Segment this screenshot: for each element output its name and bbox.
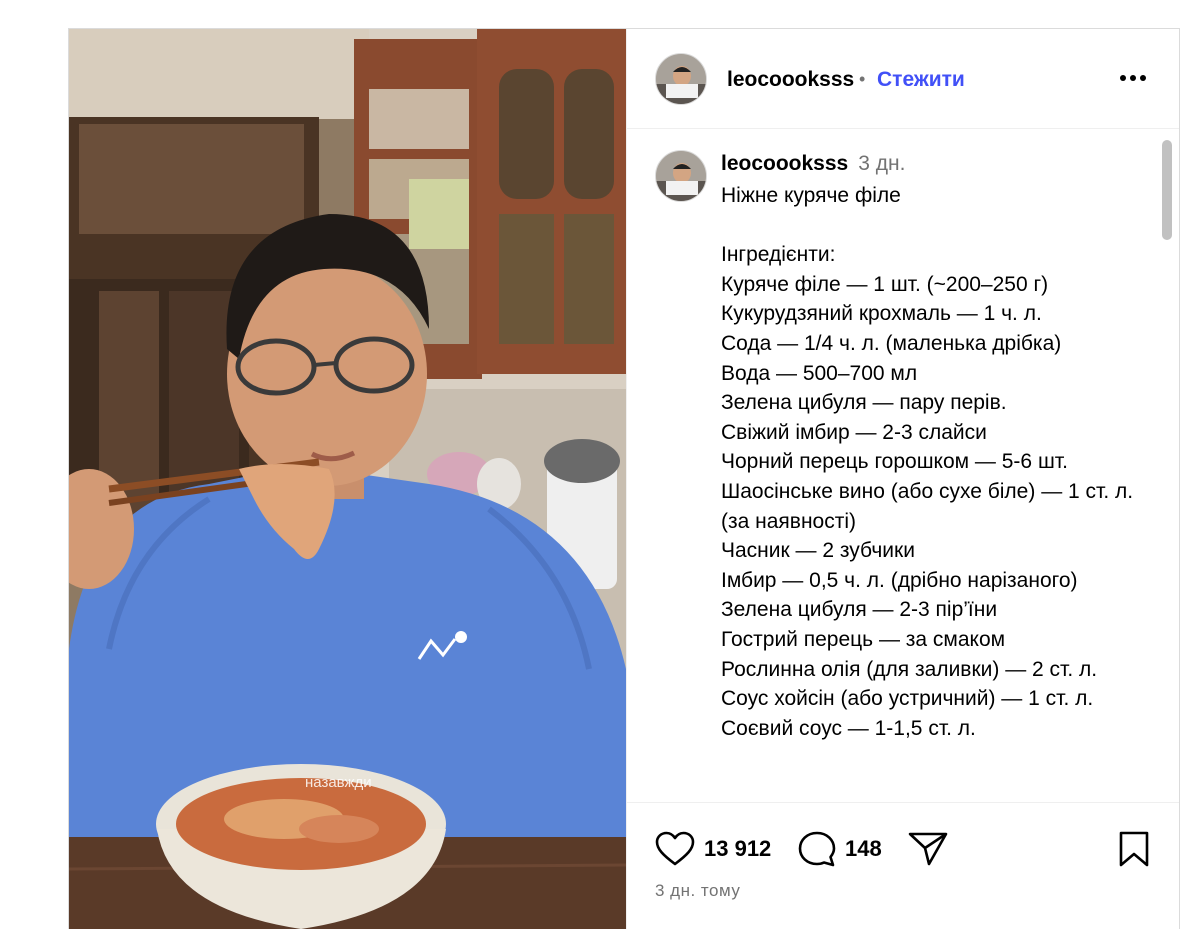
caption-avatar[interactable] (655, 150, 707, 202)
caption-header: leocoooksss 3 дн. (721, 152, 905, 176)
more-options-icon[interactable] (1113, 63, 1153, 93)
avatar-image (656, 54, 706, 104)
likes-count[interactable]: 13 912 (704, 836, 771, 862)
posted-time: 3 дн. тому (655, 881, 741, 900)
caption-username[interactable]: leocoooksss (721, 152, 848, 175)
caption-text: Ніжне куряче філе Інгредієнти: Куряче фі… (721, 184, 1134, 740)
separator-dot: • (859, 69, 866, 89)
caption-section: leocoooksss 3 дн. Ніжне куряче філе Інгре… (627, 130, 1179, 802)
post-actions: 13 912 148 3 дн. тому (627, 802, 1179, 929)
post-video[interactable]: назавжди (69, 29, 626, 929)
video-frame-illustration (69, 29, 626, 929)
caption-scrollbar[interactable] (1157, 130, 1177, 802)
post-header: leocoooksss • Стежити (627, 29, 1179, 129)
post-side-panel: leocoooksss • Стежити leocoooksss 3 дн. … (626, 29, 1179, 929)
video-overlay-text: назавжди (305, 774, 372, 791)
comment-bubble-icon[interactable] (797, 830, 837, 873)
avatar-image (656, 151, 706, 201)
author-avatar[interactable] (655, 53, 707, 105)
comments-count[interactable]: 148 (845, 836, 882, 862)
post-dialog: назавжди leocoooksss • Стежити leocoooks… (68, 28, 1180, 929)
scrollbar-thumb[interactable] (1162, 140, 1172, 240)
save-bookmark-icon[interactable] (1117, 830, 1151, 873)
caption-time: 3 дн. (858, 152, 906, 175)
share-send-icon[interactable] (907, 831, 949, 872)
like-heart-icon[interactable] (655, 831, 695, 872)
follow-button[interactable]: Стежити (877, 68, 965, 92)
author-username[interactable]: leocoooksss (727, 68, 854, 92)
